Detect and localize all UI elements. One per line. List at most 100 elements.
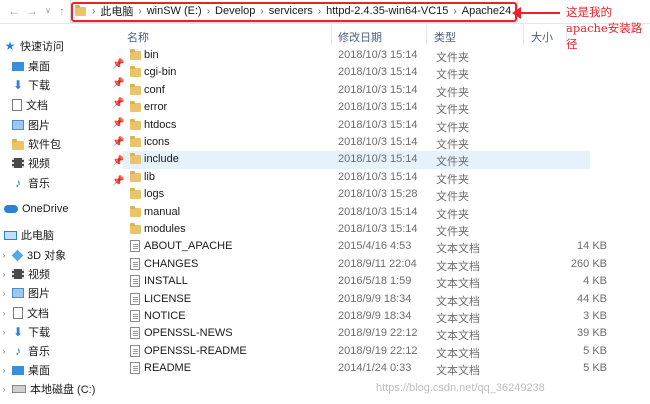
text-file-icon [130,257,140,270]
nav-item-pc-desktop[interactable]: › 桌面 [0,361,118,379]
nav-item-pc-pictures[interactable]: › 图片 [0,284,118,302]
file-date: 2018/10/3 15:14 [338,49,418,61]
nav-item-pc-documents[interactable]: › 文档 [0,304,118,322]
table-row[interactable]: cgi-bin 2018/10/3 15:14 文件夹 [123,64,590,81]
table-row[interactable]: LICENSE 2018/9/9 18:34 文本文档 44 KB [123,291,607,308]
table-row[interactable]: conf 2018/10/3 15:14 文件夹 [123,82,590,99]
file-type: 文本文档 [436,278,480,291]
chevron-right-icon[interactable]: › [0,270,8,279]
table-row[interactable]: htdocs 2018/10/3 15:14 文件夹 [123,117,590,134]
table-row[interactable]: ABOUT_APACHE 2015/4/16 4:53 文本文档 14 KB [123,238,607,255]
chevron-right-icon[interactable]: › [316,6,323,17]
breadcrumb-apache24[interactable]: Apache24 [459,5,515,17]
file-size: 44 KB [577,292,607,305]
table-row[interactable]: logs 2018/10/3 15:28 文件夹 [123,186,590,203]
text-file-icon [130,362,140,375]
table-row[interactable]: error 2018/10/3 15:14 文件夹 [123,99,590,116]
up-arrow-icon[interactable]: ↑ [54,3,70,19]
table-row[interactable]: OPENSSL-NEWS 2018/9/19 22:12 文本文档 39 KB [123,325,607,342]
chevron-right-icon[interactable]: › [0,289,8,298]
watermark-text: https://blog.csdn.net/qq_36249238 [376,382,545,394]
table-row[interactable]: bin 2018/10/3 15:14 文件夹 [123,47,590,64]
chevron-right-icon[interactable]: › [451,6,458,17]
chevron-right-icon[interactable]: › [258,6,265,17]
nav-item-documents[interactable]: 文档 📌 [12,96,130,114]
table-row[interactable]: modules 2018/10/3 15:14 文件夹 [123,221,590,238]
computer-icon [4,230,17,240]
nav-item-downloads[interactable]: ⬇ 下载 📌 [12,76,130,94]
nav-onedrive[interactable]: OneDrive [4,200,122,218]
file-name: manual [144,205,181,218]
chevron-right-icon[interactable]: › [205,6,212,17]
file-name: LICENSE [144,292,192,305]
chevron-right-icon[interactable]: › [90,6,97,17]
breadcrumb-servicers[interactable]: servicers [266,5,316,17]
column-name[interactable]: 名称 [127,29,149,45]
file-size: 5 KB [583,362,607,375]
nav-quick-access[interactable]: ★ 快速访问 [4,37,122,55]
table-row[interactable]: lib 2018/10/3 15:14 文件夹 [123,169,590,186]
file-name: modules [144,223,186,235]
column-size[interactable]: 大小 [531,29,553,45]
table-row[interactable]: OPENSSL-README 2018/9/19 22:12 文本文档 5 KB [123,343,607,360]
breadcrumb-drive[interactable]: winSW (E:) [144,5,205,17]
table-row[interactable]: NOTICE 2018/9/9 18:34 文本文档 3 KB [123,308,607,325]
nav-item-local-disk[interactable]: › 本地磁盘 (C:) [0,380,118,398]
column-type[interactable]: 类型 [434,29,456,45]
file-size: 5 KB [583,344,607,357]
address-bar[interactable]: › 此电脑 › winSW (E:) › Develop › servicers… [70,0,518,23]
forward-arrow-icon[interactable]: → [24,3,40,19]
table-row[interactable]: CHANGES 2018/9/11 22:04 文本文档 260 KB [123,256,607,273]
file-date: 2018/10/3 15:14 [338,118,418,131]
column-divider[interactable] [331,25,332,45]
table-row[interactable]: INSTALL 2016/5/18 1:59 文本文档 4 KB [123,273,607,291]
nav-item-pc-downloads[interactable]: › ⬇ 下载 [0,323,118,341]
nav-this-pc[interactable]: 此电脑 [4,226,122,244]
table-row[interactable]: include 2018/10/3 15:14 文件夹 [123,151,590,169]
breadcrumb-this-pc[interactable]: 此电脑 [97,3,136,19]
annotation-arrow-icon [512,7,560,19]
download-icon: ⬇ [12,78,24,92]
nav-label: 本地磁盘 (C:) [30,384,96,396]
nav-item-music[interactable]: ♪ 音乐 📌 [12,174,130,192]
3d-objects-icon [11,249,24,261]
desktop-icon [12,365,24,375]
file-date: 2018/10/3 15:14 [338,223,418,235]
chevron-right-icon[interactable]: › [0,385,8,394]
chevron-right-icon[interactable]: › [0,309,8,318]
music-icon: ♪ [15,344,21,358]
navigation-pane: ★ 快速访问 桌面 📌 ⬇ 下载 📌 文档 📌 图片 📌 软件包 📌 视频 📌 … [0,24,124,404]
chevron-right-icon[interactable]: › [0,251,8,260]
nav-item-pc-videos[interactable]: › 视频 [0,265,118,283]
chevron-right-icon[interactable]: › [136,6,143,17]
table-row[interactable]: icons 2018/10/3 15:14 文件夹 [123,134,590,151]
back-arrow-icon[interactable]: ← [6,3,22,19]
text-file-icon [130,327,140,340]
nav-item-3d-objects[interactable]: › 3D 对象 [0,246,118,264]
nav-item-desktop[interactable]: 桌面 📌 [12,57,130,75]
column-divider[interactable] [426,25,427,45]
file-type: 文本文档 [436,260,480,273]
nav-label: 桌面 [28,365,50,377]
file-type: 文件夹 [436,156,469,169]
folder-icon [130,153,141,165]
file-date: 2018/10/3 15:14 [338,136,418,148]
nav-item-software[interactable]: 软件包 📌 [12,135,130,153]
column-divider[interactable] [523,25,524,45]
nav-label: 软件包 [28,139,61,151]
nav-item-pc-music[interactable]: › ♪ 音乐 [0,342,118,360]
table-row[interactable]: manual 2018/10/3 15:14 文件夹 [123,204,590,221]
chevron-right-icon[interactable]: › [0,328,8,337]
file-name: bin [144,49,159,61]
nav-item-videos[interactable]: 视频 📌 [12,154,130,172]
breadcrumb-httpd[interactable]: httpd-2.4.35-win64-VC15 [323,5,451,17]
file-name: README [144,362,192,375]
breadcrumb-develop[interactable]: Develop [212,5,258,17]
file-name: conf [144,83,165,96]
nav-item-pictures[interactable]: 图片 📌 [12,116,130,134]
chevron-right-icon[interactable]: › [0,347,8,356]
column-divider[interactable] [566,25,567,45]
column-date[interactable]: 修改日期 [338,29,382,45]
chevron-right-icon[interactable]: › [0,366,8,375]
table-row[interactable]: README 2014/1/24 0:33 文本文档 5 KB [123,360,607,377]
